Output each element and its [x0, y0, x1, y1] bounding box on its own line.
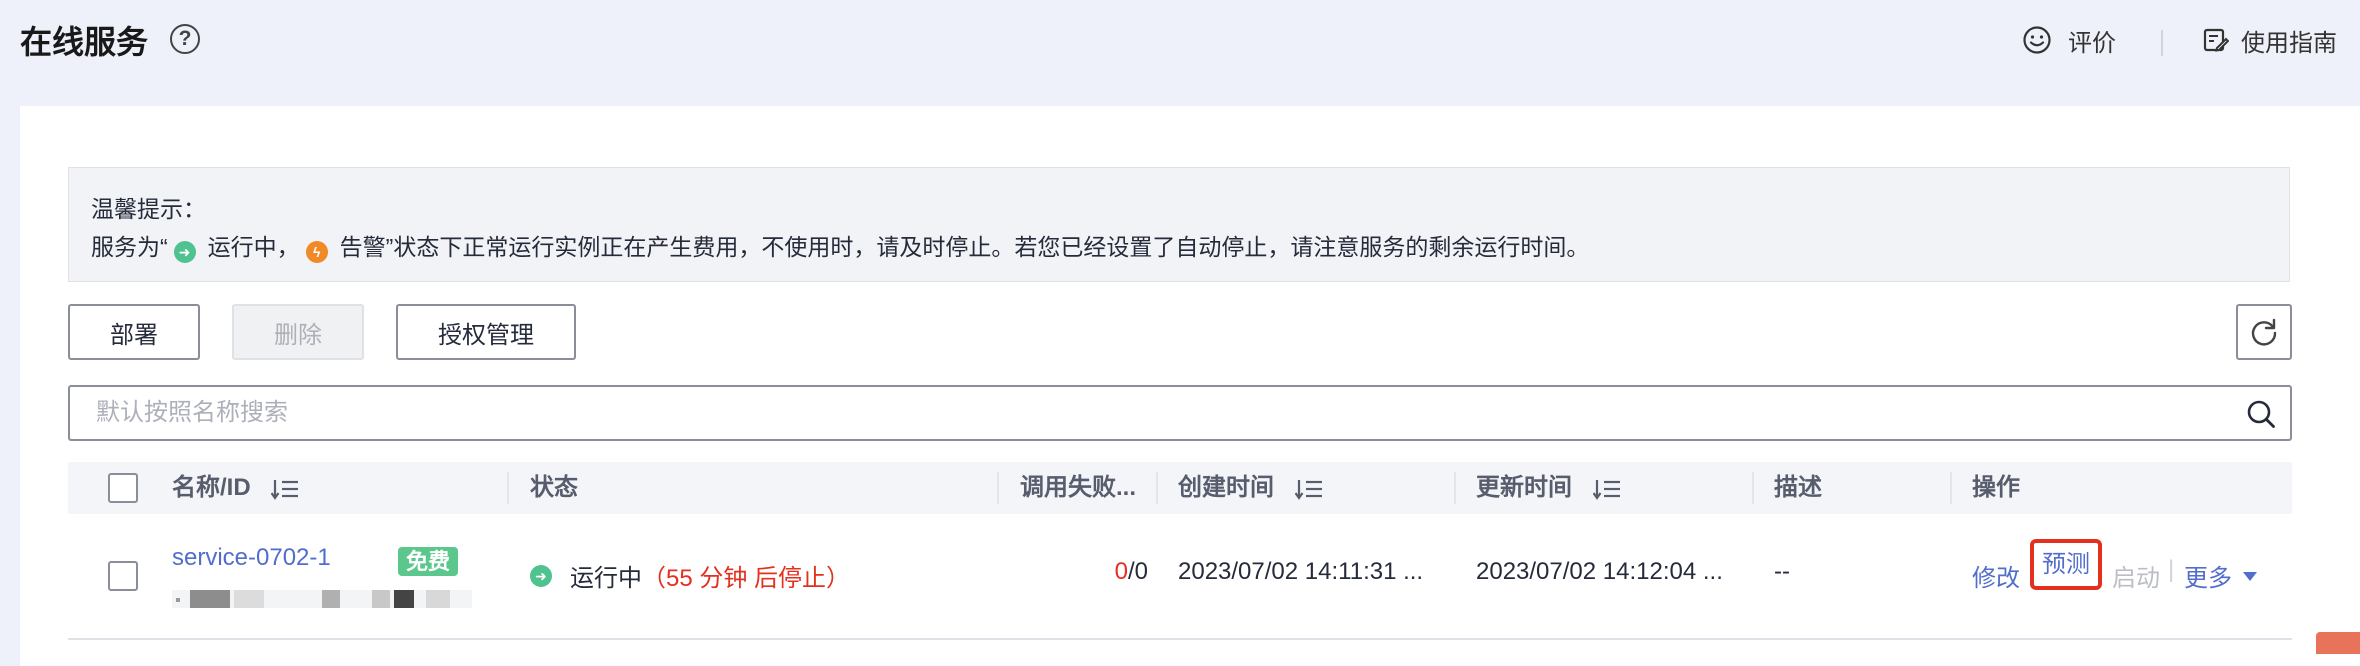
- select-all-checkbox[interactable]: [108, 473, 138, 503]
- updated-time: 2023/07/02 14:12:04 ...: [1476, 558, 1723, 585]
- service-name-link[interactable]: service-0702-1: [172, 544, 331, 572]
- column-updated[interactable]: 更新时间: [1476, 462, 1621, 514]
- user-guide-link[interactable]: 使用指南: [2203, 22, 2337, 58]
- search-icon[interactable]: [2246, 399, 2276, 429]
- edit-link[interactable]: 修改: [1972, 558, 2020, 593]
- rate-label: 评价: [2068, 29, 2116, 57]
- deploy-button[interactable]: 部署: [68, 304, 200, 360]
- failure-count-cell: 0/0: [1078, 558, 1148, 586]
- column-status: 状态: [530, 474, 578, 501]
- more-label: 更多: [2184, 565, 2232, 592]
- predict-link-wrapper[interactable]: 预测: [2030, 539, 2102, 590]
- row-checkbox[interactable]: [108, 561, 138, 591]
- free-badge: 免费: [398, 544, 459, 576]
- failure-total: /0: [1127, 558, 1148, 585]
- column-operations: 操作: [1972, 474, 2020, 501]
- column-description: 描述: [1774, 474, 1822, 501]
- description-text: --: [1774, 558, 1790, 585]
- tip-alarm: 告警: [339, 234, 386, 260]
- ops-divider: |: [2168, 556, 2175, 583]
- auth-management-button[interactable]: 授权管理: [396, 304, 576, 360]
- column-divider: [507, 472, 509, 504]
- running-status-icon: ➜: [173, 241, 196, 263]
- column-failures: 调用失败...: [1020, 474, 1137, 501]
- document-edit-icon: [2203, 28, 2229, 52]
- delete-button: 删除: [232, 304, 364, 360]
- tip-box: 温馨提示： 服务为“ ➜ 运行中， ϟ 告警”状态下正常运行实例正在产生费用，不使用时，…: [68, 167, 2290, 282]
- header-divider: [2161, 30, 2163, 56]
- free-badge-label: 免费: [398, 547, 459, 576]
- more-dropdown[interactable]: 更多: [2184, 558, 2258, 593]
- column-created-label: 创建时间: [1178, 474, 1274, 501]
- tip-text-2: ”状态下正常运行实例正在产生费用，不使用时，请及时停止。若您已经设置了自动停止，…: [385, 234, 1590, 260]
- column-divider: [1156, 472, 1158, 504]
- floating-corner-widget[interactable]: [2316, 632, 2360, 654]
- column-updated-label: 更新时间: [1476, 474, 1572, 501]
- search-box: [68, 385, 2292, 441]
- tip-body: 服务为“ ➜ 运行中， ϟ 告警”状态下正常运行实例正在产生费用，不使用时，请及时停止。…: [91, 228, 2289, 266]
- column-divider: [997, 472, 999, 504]
- tip-heading: 温馨提示：: [91, 196, 206, 222]
- start-link: 启动: [2112, 565, 2160, 592]
- user-guide-label: 使用指南: [2241, 29, 2337, 57]
- status-cell: ➜ 运行中 （55 分钟 后停止）: [530, 558, 850, 593]
- service-id-redacted: [172, 590, 472, 608]
- column-name-label: 名称/ID: [172, 474, 251, 501]
- smile-icon: [2023, 26, 2051, 54]
- column-divider: [1752, 472, 1754, 504]
- help-icon[interactable]: ?: [170, 24, 200, 54]
- column-created[interactable]: 创建时间: [1178, 462, 1323, 514]
- created-time: 2023/07/02 14:11:31 ...: [1178, 558, 1424, 585]
- sort-icon[interactable]: [1592, 478, 1621, 500]
- status-text: 运行中: [570, 565, 642, 592]
- refresh-button[interactable]: [2236, 304, 2292, 360]
- search-input[interactable]: [94, 387, 2198, 439]
- alarm-status-icon: ϟ: [305, 241, 328, 263]
- tip-running: 运行中，: [207, 234, 300, 260]
- column-divider: [1454, 472, 1456, 504]
- page-title: 在线服务: [20, 24, 149, 60]
- running-status-icon: ➜: [530, 564, 552, 587]
- table-row: service-0702-1 免费 ➜ 运行中 （55 分钟 后停止） 0/0 …: [68, 514, 2292, 640]
- refresh-icon: [2251, 318, 2277, 346]
- table-header: 名称/ID 状态 调用失败... 创建时间 更新时间 描述 操作: [68, 462, 2292, 514]
- sort-icon[interactable]: [271, 478, 299, 500]
- tip-text-1: 服务为“: [91, 234, 168, 260]
- failure-count: 0: [1114, 558, 1128, 585]
- status-countdown: （55 分钟 后停止）: [642, 565, 851, 592]
- predict-link[interactable]: 预测: [2030, 539, 2102, 590]
- caret-down-icon: [2243, 571, 2257, 581]
- sort-icon[interactable]: [1294, 478, 1323, 500]
- column-name[interactable]: 名称/ID: [172, 462, 299, 514]
- rate-button[interactable]: 评价: [2022, 22, 2116, 58]
- column-divider: [1950, 472, 1952, 504]
